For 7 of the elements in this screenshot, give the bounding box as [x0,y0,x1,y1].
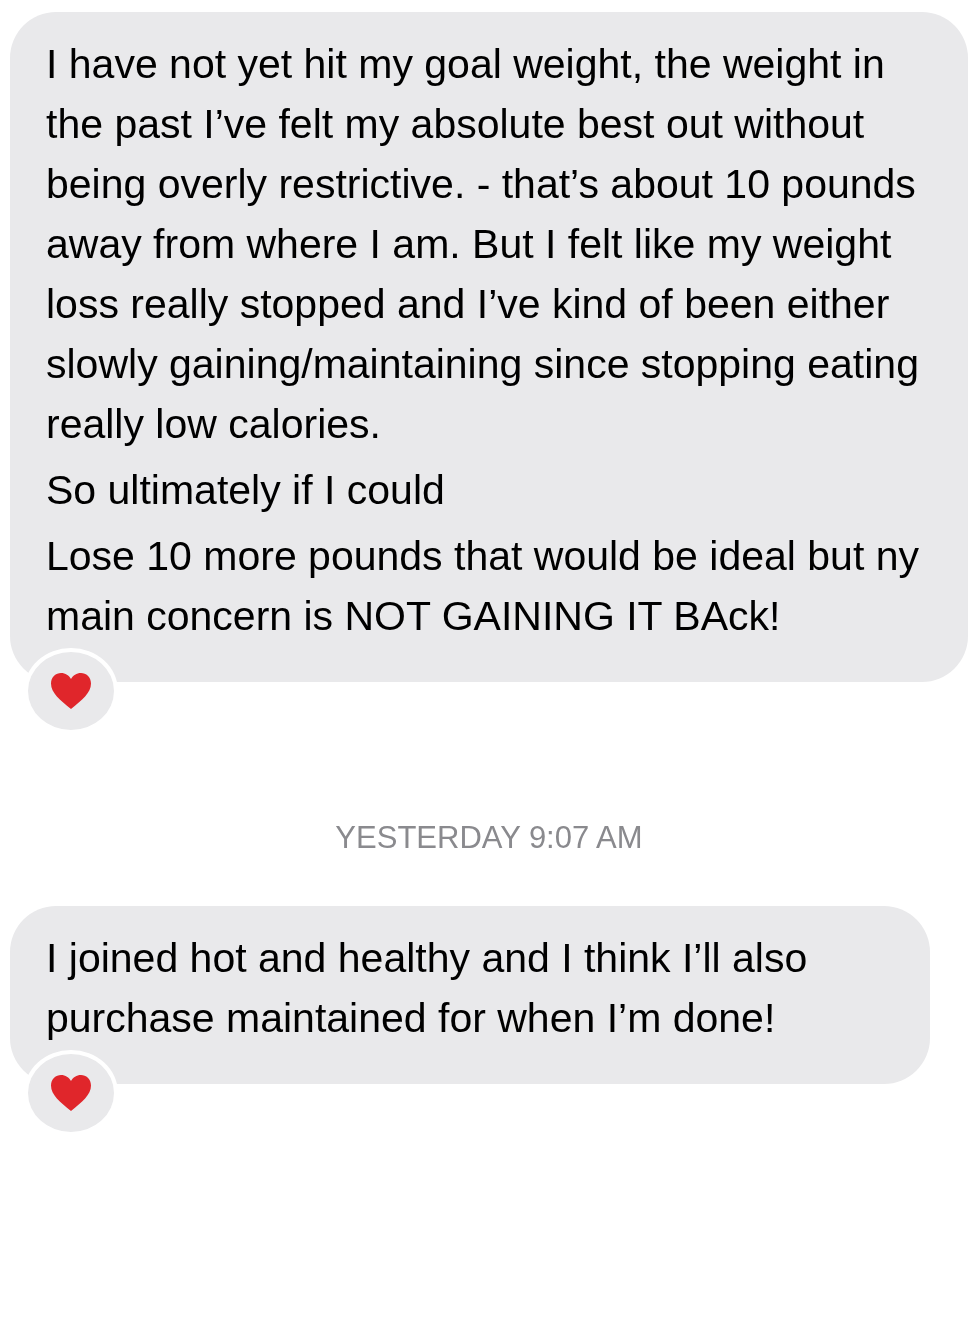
message-text: I joined hot and healthy and I think I’ll also purchase maintained for when I’m done! [46,934,809,1043]
timestamp: YESTERDAY 9:07 AM [335,820,643,856]
message-text: Lose 10 more pounds that would be ideal but ny main concern is NOT GAINING IT BAck! [46,532,920,641]
message-text: I have not yet hit my goal weight, the weight in the past I’ve felt my absolute best out without being overly restrictive. - that’s about 10 pounds away from where I am. But I felt like my weight loss really stopped and I’ve kind of been either slowly gaining/maintaining since stopping eating really low calories. [46,40,920,449]
heart-icon [50,1074,92,1112]
message-text: So ultimately if I could [46,466,446,515]
heart-icon [50,672,92,710]
